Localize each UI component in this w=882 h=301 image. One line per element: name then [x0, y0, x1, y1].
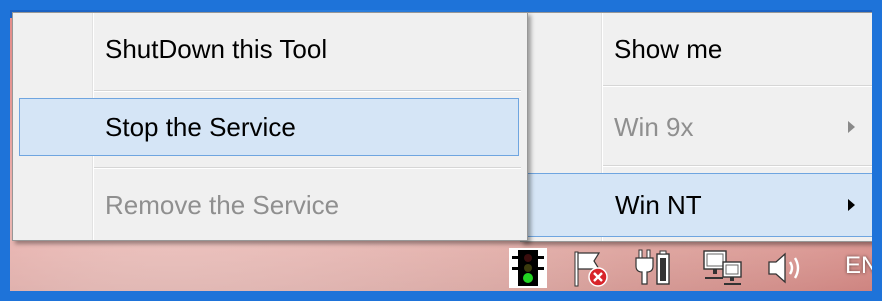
- win-nt-submenu: ShutDown this Tool Stop the Service Remo…: [12, 12, 528, 241]
- system-tray: EN: [495, 240, 882, 301]
- menu-item-remove-service-label: Remove the Service: [105, 189, 340, 220]
- menu-separator-highlight: [603, 86, 875, 87]
- menu-separator-highlight: [603, 166, 875, 167]
- action-center-flag-error-icon[interactable]: [569, 248, 609, 288]
- network-icon[interactable]: [701, 248, 745, 288]
- submenu-arrow-icon: [848, 199, 855, 211]
- menu-item-shutdown-tool[interactable]: ShutDown this Tool: [13, 18, 527, 80]
- menu-item-win-9x[interactable]: Win 9x: [521, 96, 881, 158]
- input-language-indicator[interactable]: EN: [845, 252, 878, 280]
- menu-item-win-nt-label: Win NT: [615, 189, 702, 220]
- menu-item-stop-service[interactable]: Stop the Service: [19, 98, 519, 156]
- menu-item-stop-service-label: Stop the Service: [105, 111, 296, 142]
- menu-separator-highlight: [94, 168, 521, 169]
- tray-context-menu: Show me Win 9x Win NT: [520, 12, 882, 242]
- power-battery-icon[interactable]: [633, 248, 673, 288]
- menu-item-win-9x-label: Win 9x: [614, 111, 694, 142]
- submenu-arrow-icon: [848, 121, 855, 133]
- traffic-light-icon[interactable]: [509, 248, 547, 288]
- menu-separator-highlight: [94, 91, 521, 92]
- menu-item-shutdown-tool-label: ShutDown this Tool: [105, 33, 328, 64]
- menu-item-show-me[interactable]: Show me: [521, 18, 881, 80]
- volume-icon[interactable]: [765, 248, 809, 288]
- menu-item-win-nt[interactable]: Win NT: [525, 173, 877, 237]
- menu-item-remove-service[interactable]: Remove the Service: [13, 174, 527, 236]
- menu-item-show-me-label: Show me: [614, 33, 723, 64]
